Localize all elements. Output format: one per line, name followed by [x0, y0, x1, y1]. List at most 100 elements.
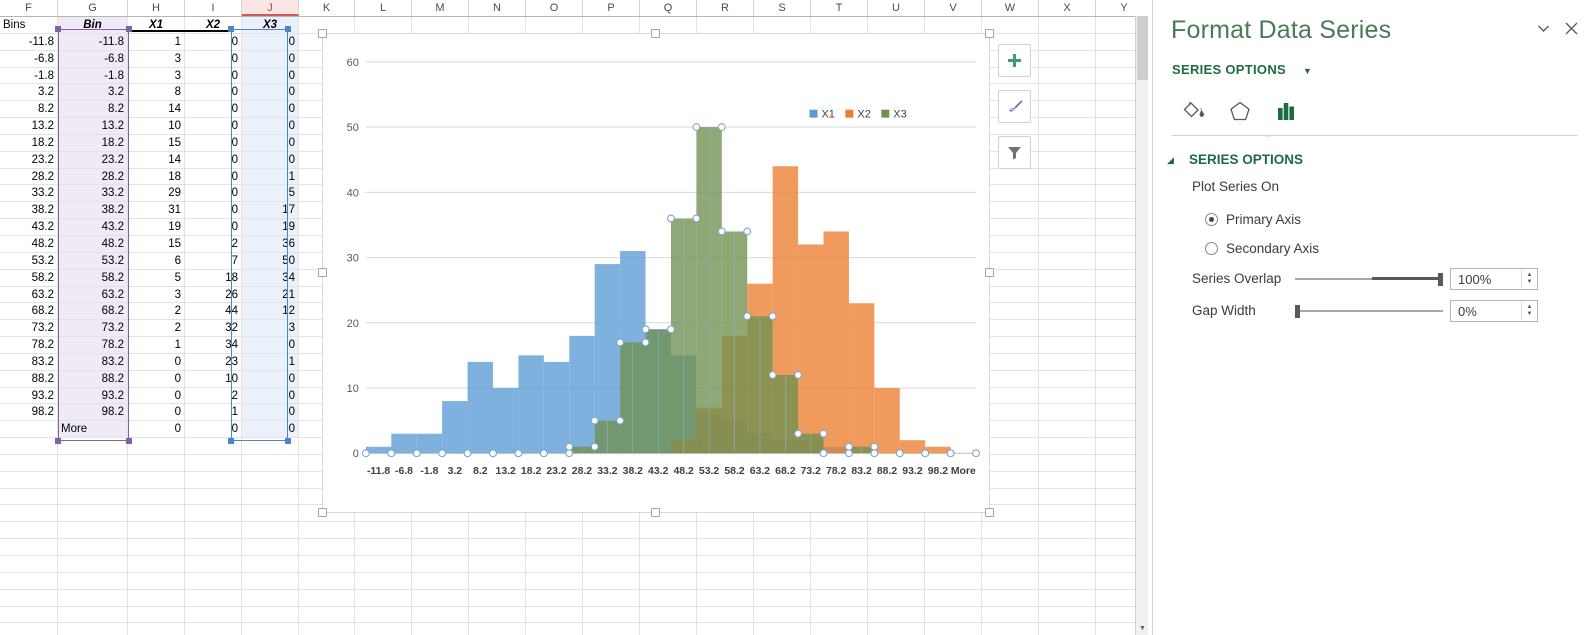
cell-x2[interactable]: 0	[185, 421, 242, 438]
cell-x3[interactable]: 3	[242, 320, 299, 337]
cell-empty[interactable]	[811, 623, 868, 635]
cell-x3[interactable]: 0	[242, 337, 299, 353]
bar-x1[interactable]	[416, 433, 443, 454]
cell-x1-header[interactable]: X1	[128, 17, 185, 33]
cell-empty[interactable]	[1039, 33, 1096, 50]
column-header-t[interactable]: T	[811, 0, 868, 16]
cell-empty[interactable]	[0, 454, 58, 471]
cell-empty[interactable]	[925, 522, 982, 539]
cell-empty[interactable]	[128, 488, 185, 505]
cell-bin[interactable]: 93.2	[58, 387, 128, 404]
cell-bin[interactable]: 63.2	[58, 286, 128, 303]
bar-x1[interactable]	[492, 388, 519, 454]
cell-bins[interactable]: 93.2	[0, 387, 58, 404]
cell-x1[interactable]: 15	[128, 235, 185, 252]
series-options-tab[interactable]	[1263, 92, 1309, 130]
cell-empty[interactable]	[1039, 370, 1096, 387]
column-header-i[interactable]: I	[185, 0, 242, 16]
cell-x2[interactable]: 0	[185, 151, 242, 168]
cell-empty[interactable]	[982, 387, 1039, 404]
cell-empty[interactable]	[412, 572, 469, 589]
cell-empty[interactable]	[1039, 589, 1096, 606]
cell-x2[interactable]: 0	[185, 185, 242, 202]
cell-empty[interactable]	[697, 623, 754, 635]
cell-empty[interactable]	[469, 589, 526, 606]
bar-x2[interactable]	[798, 244, 824, 454]
cell-empty[interactable]	[412, 606, 469, 623]
cell-empty[interactable]	[811, 17, 868, 33]
cell-bins[interactable]: 53.2	[0, 252, 58, 269]
cell-empty[interactable]	[754, 522, 811, 539]
cell-empty[interactable]	[1039, 556, 1096, 572]
series-selection-handle[interactable]	[768, 371, 777, 379]
cell-x1[interactable]: 15	[128, 134, 185, 151]
series-options-section-header[interactable]: SERIES OPTIONS	[1189, 152, 1303, 167]
cell-bin[interactable]: 58.2	[58, 269, 128, 286]
cell-x3[interactable]: 0	[242, 387, 299, 404]
cell-empty[interactable]	[697, 556, 754, 572]
cell-x2[interactable]: 2	[185, 235, 242, 252]
cell-empty[interactable]	[868, 606, 925, 623]
cell-x3[interactable]: 5	[242, 185, 299, 202]
cell-empty[interactable]	[640, 17, 697, 33]
column-header-q[interactable]: Q	[640, 0, 697, 16]
cell-bins[interactable]: 78.2	[0, 337, 58, 353]
series-selection-handle[interactable]	[895, 449, 904, 458]
cell-empty[interactable]	[697, 589, 754, 606]
cell-empty[interactable]	[242, 556, 299, 572]
cell-x3[interactable]: 12	[242, 303, 299, 320]
selection-handle-x3-bl[interactable]	[228, 438, 234, 444]
cell-empty[interactable]	[982, 252, 1039, 269]
cell-empty[interactable]	[242, 572, 299, 589]
cell-empty[interactable]	[469, 572, 526, 589]
gap-width-input[interactable]: 0% ▲ ▼	[1450, 300, 1538, 322]
cell-x1[interactable]: 10	[128, 118, 185, 134]
cell-empty[interactable]	[242, 454, 299, 471]
scrollbar-thumb[interactable]	[1137, 14, 1148, 80]
cell-empty[interactable]	[697, 606, 754, 623]
column-header-v[interactable]: V	[925, 0, 982, 16]
cell-empty[interactable]	[925, 539, 982, 555]
cell-empty[interactable]	[811, 606, 868, 623]
cell-empty[interactable]	[1039, 134, 1096, 151]
cell-bin[interactable]: 98.2	[58, 404, 128, 421]
table-row[interactable]	[0, 589, 1135, 607]
cell-empty[interactable]	[868, 522, 925, 539]
cell-empty[interactable]	[583, 17, 640, 33]
cell-empty[interactable]	[1039, 286, 1096, 303]
cell-empty[interactable]	[185, 522, 242, 539]
cell-empty[interactable]	[185, 471, 242, 488]
cell-empty[interactable]	[1039, 118, 1096, 134]
series-selection-handle[interactable]	[616, 416, 625, 425]
cell-empty[interactable]	[982, 320, 1039, 337]
scroll-down-arrow[interactable]: ▼	[1136, 622, 1148, 635]
series-selection-handle[interactable]	[794, 371, 803, 379]
cell-empty[interactable]	[982, 522, 1039, 539]
column-header-n[interactable]: N	[469, 0, 526, 16]
cell-empty[interactable]	[412, 522, 469, 539]
cell-bins[interactable]: 18.2	[0, 134, 58, 151]
cell-x2[interactable]: 23	[185, 353, 242, 370]
cell-empty[interactable]	[355, 539, 412, 555]
cell-x2[interactable]: 10	[185, 370, 242, 387]
cell-empty[interactable]	[0, 438, 58, 454]
cell-empty[interactable]	[128, 606, 185, 623]
cell-x3[interactable]: 0	[242, 404, 299, 421]
cell-bin[interactable]: 78.2	[58, 337, 128, 353]
cell-x1[interactable]: 14	[128, 151, 185, 168]
series-selection-handle[interactable]	[463, 449, 472, 458]
cell-empty[interactable]	[412, 539, 469, 555]
cell-x1[interactable]: 2	[128, 303, 185, 320]
series-selection-handle[interactable]	[794, 429, 803, 438]
cell-empty[interactable]	[868, 556, 925, 572]
series-overlap-input[interactable]: 100% ▲ ▼	[1450, 268, 1538, 290]
cell-empty[interactable]	[1039, 269, 1096, 286]
column-header-f[interactable]: F	[0, 0, 58, 16]
cell-empty[interactable]	[925, 556, 982, 572]
cell-bins[interactable]: 38.2	[0, 202, 58, 219]
table-row[interactable]	[0, 556, 1135, 573]
table-row[interactable]	[0, 623, 1135, 635]
cell-bin[interactable]: 8.2	[58, 101, 128, 118]
cell-empty[interactable]	[355, 522, 412, 539]
cell-empty[interactable]	[925, 572, 982, 589]
